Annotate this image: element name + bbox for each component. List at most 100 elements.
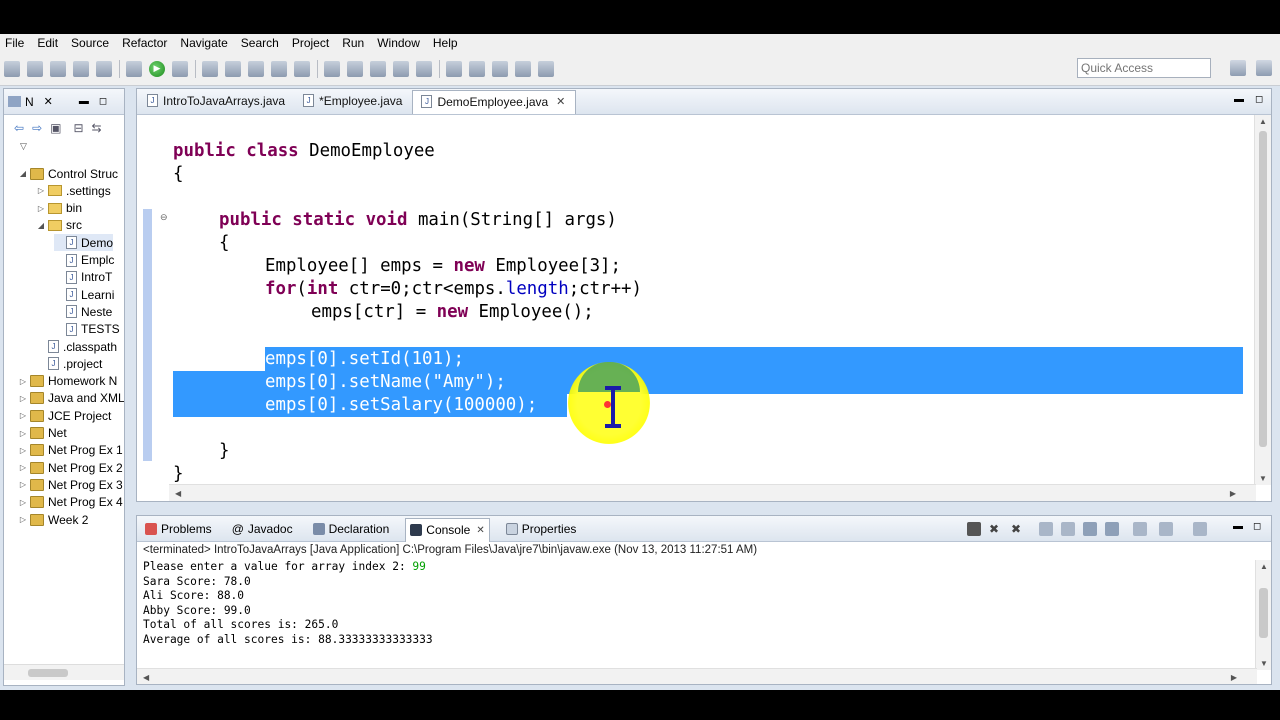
- tree-item[interactable]: J IntroT: [54, 269, 112, 286]
- tree-item[interactable]: ▷ Java and XML: [18, 390, 124, 407]
- tree-item[interactable]: ▷ Net Prog Ex 1: [18, 442, 123, 459]
- menu-edit[interactable]: Edit: [37, 36, 58, 50]
- run-icon[interactable]: ▶: [149, 60, 165, 77]
- console-output[interactable]: Please enter a value for array index 2: …: [143, 560, 433, 647]
- menu-search[interactable]: Search: [241, 36, 279, 50]
- last-edit-icon[interactable]: [515, 60, 531, 77]
- search-icon[interactable]: [294, 60, 310, 77]
- menu-source[interactable]: Source: [71, 36, 109, 50]
- remove-all-icon[interactable]: ✖: [1011, 522, 1025, 536]
- show-whitespace-icon[interactable]: [393, 60, 409, 77]
- expand-toggle-icon[interactable]: ▷: [18, 480, 28, 489]
- tab-problems[interactable]: Problems: [141, 518, 216, 540]
- tree-item[interactable]: J .classpath: [36, 338, 117, 355]
- tree-item[interactable]: ▷ Net Prog Ex 3: [18, 476, 123, 493]
- tab-intro-to-java-arrays[interactable]: J IntroToJavaArrays.java: [139, 90, 295, 114]
- java-perspective-icon[interactable]: [1256, 60, 1272, 76]
- tree-item[interactable]: ◢ src: [36, 217, 82, 234]
- minimize-icon[interactable]: ▬: [1234, 94, 1244, 105]
- maximize-icon[interactable]: ◻: [1253, 521, 1261, 532]
- debug-icon[interactable]: [126, 60, 142, 77]
- scroll-up-icon[interactable]: ▲: [1260, 562, 1268, 571]
- expand-toggle-icon[interactable]: ◢: [36, 221, 46, 230]
- scroll-thumb[interactable]: [1259, 131, 1267, 447]
- expand-toggle-icon[interactable]: ▷: [18, 411, 28, 420]
- toggle-mark-icon[interactable]: [324, 60, 340, 77]
- scroll-left-icon[interactable]: ◀: [175, 489, 181, 498]
- tree-item[interactable]: ▷ bin: [36, 200, 82, 217]
- back-arrow-icon[interactable]: ⇦: [14, 121, 24, 135]
- editor-vertical-scrollbar[interactable]: ▲ ▼: [1254, 115, 1271, 485]
- tab-employee[interactable]: J *Employee.java: [295, 90, 412, 114]
- forward-arrow-icon[interactable]: ⇨: [32, 121, 42, 135]
- print-icon[interactable]: [73, 60, 89, 77]
- expand-toggle-icon[interactable]: ▷: [18, 463, 28, 472]
- menu-navigate[interactable]: Navigate: [180, 36, 227, 50]
- console-vertical-scrollbar[interactable]: ▲ ▼: [1255, 560, 1271, 670]
- expand-toggle-icon[interactable]: ▷: [18, 498, 28, 507]
- maximize-icon[interactable]: ◻: [1255, 94, 1263, 105]
- tab-javadoc[interactable]: @ Javadoc: [228, 518, 297, 540]
- explorer-tab-label[interactable]: N: [25, 95, 34, 109]
- menu-refactor[interactable]: Refactor: [122, 36, 167, 50]
- scroll-up-icon[interactable]: ▲: [1259, 117, 1267, 126]
- save-icon[interactable]: [27, 60, 43, 77]
- expand-toggle-icon[interactable]: ▷: [18, 429, 28, 438]
- scroll-thumb[interactable]: [1259, 588, 1268, 638]
- tab-demo-employee[interactable]: J DemoEmployee.java ✕: [412, 90, 577, 114]
- forward-icon[interactable]: [492, 60, 508, 77]
- minimize-icon[interactable]: ▬: [79, 96, 89, 107]
- new-package-icon[interactable]: [225, 60, 241, 77]
- clear-console-icon[interactable]: [1039, 522, 1053, 536]
- pin-console-icon[interactable]: [1133, 522, 1147, 536]
- new-java-project-icon[interactable]: [202, 60, 218, 77]
- maximize-icon[interactable]: ◻: [99, 96, 107, 107]
- collapse-all-icon[interactable]: ⊟: [73, 121, 83, 135]
- view-menu-icon[interactable]: ▽: [20, 141, 27, 152]
- tree-item[interactable]: ▷ Week 2: [18, 511, 89, 528]
- annotation-icon[interactable]: [347, 60, 363, 77]
- scroll-down-icon[interactable]: ▼: [1259, 474, 1267, 483]
- close-icon[interactable]: ✕: [44, 95, 53, 108]
- quick-access-input[interactable]: [1077, 58, 1211, 78]
- console-horizontal-scrollbar[interactable]: ◀ ▶: [137, 668, 1257, 684]
- expand-toggle-icon[interactable]: ▷: [36, 204, 46, 213]
- external-tools-icon[interactable]: [172, 60, 188, 77]
- link-editor-icon[interactable]: ⇆: [92, 121, 102, 135]
- terminate-icon[interactable]: [967, 522, 981, 536]
- explorer-horizontal-scrollbar[interactable]: [4, 664, 124, 680]
- editor-text-area[interactable]: ⊖ public class DemoEmployee { public sta…: [137, 115, 1271, 501]
- next-annotation-icon[interactable]: [446, 60, 462, 77]
- tools-icon[interactable]: [96, 60, 112, 77]
- word-wrap-icon[interactable]: [1083, 522, 1097, 536]
- menu-project[interactable]: Project: [292, 36, 329, 50]
- scroll-left-icon[interactable]: ◀: [143, 673, 149, 682]
- tree-item[interactable]: ▷ JCE Project: [18, 407, 111, 424]
- expand-toggle-icon[interactable]: ▷: [18, 446, 28, 455]
- tree-item[interactable]: ▷ Net Prog Ex 4: [18, 494, 123, 511]
- minimize-icon[interactable]: ▬: [1233, 521, 1243, 532]
- scroll-down-icon[interactable]: ▼: [1260, 659, 1268, 668]
- tree-item[interactable]: ◢ Control Struc: [18, 165, 118, 182]
- remove-launch-icon[interactable]: ✖: [989, 522, 1003, 536]
- tree-item[interactable]: J TESTS: [54, 321, 120, 338]
- tree-item[interactable]: ▷ Net Prog Ex 2: [18, 459, 123, 476]
- close-tab-icon[interactable]: ✕: [476, 525, 484, 536]
- tree-item[interactable]: J Learni: [54, 286, 114, 303]
- tab-properties[interactable]: Properties: [502, 518, 581, 540]
- tree-item[interactable]: ▷ Net: [18, 425, 67, 442]
- menu-window[interactable]: Window: [377, 36, 420, 50]
- expand-toggle-icon[interactable]: ▷: [36, 186, 46, 195]
- tree-item[interactable]: J Emplc: [54, 252, 114, 269]
- scroll-thumb[interactable]: [28, 669, 68, 677]
- expand-toggle-icon[interactable]: ▷: [18, 394, 28, 403]
- expand-toggle-icon[interactable]: ◢: [18, 169, 28, 178]
- window-icon[interactable]: [538, 60, 554, 77]
- fold-collapse-icon[interactable]: ⊖: [160, 212, 168, 223]
- pin-icon[interactable]: [416, 60, 432, 77]
- back-icon[interactable]: [469, 60, 485, 77]
- block-selection-icon[interactable]: [370, 60, 386, 77]
- tree-item[interactable]: J Demo: [54, 234, 114, 252]
- save-all-icon[interactable]: [50, 60, 66, 77]
- open-type-icon[interactable]: [271, 60, 287, 77]
